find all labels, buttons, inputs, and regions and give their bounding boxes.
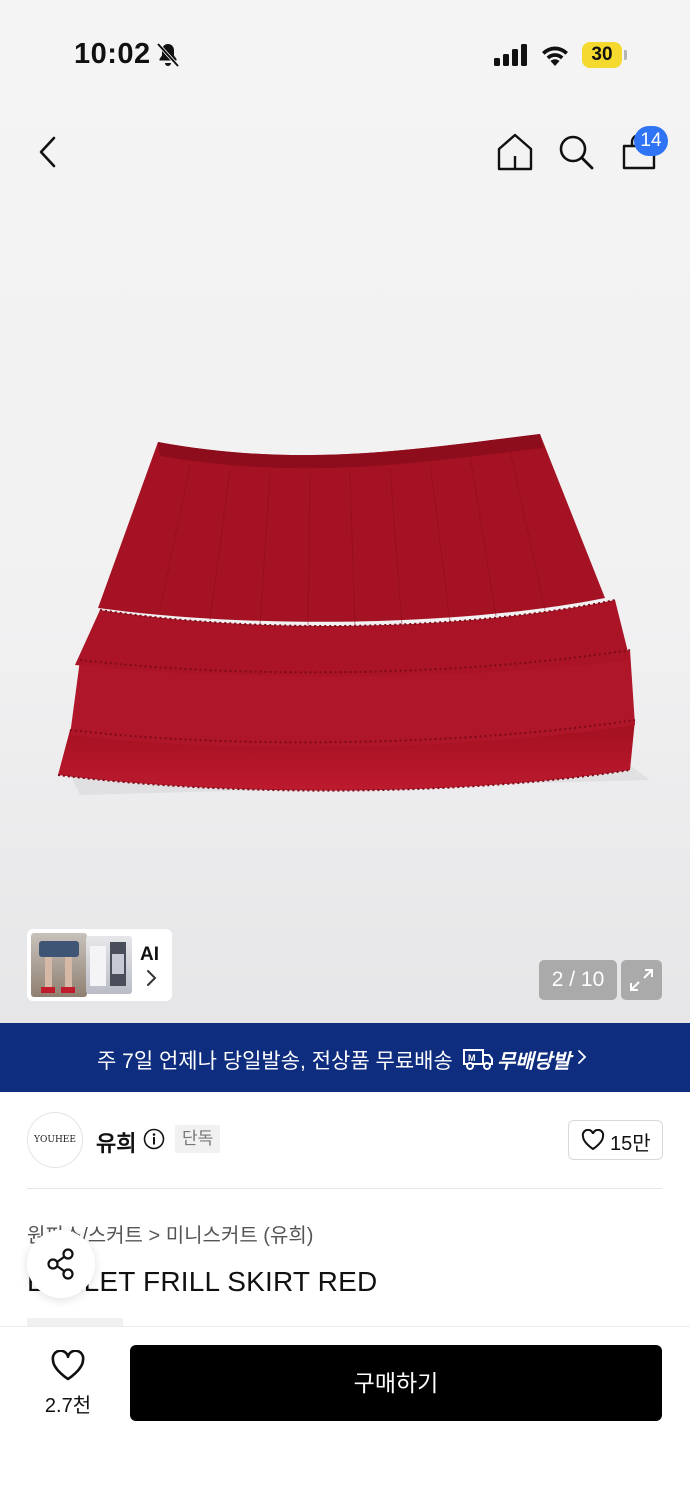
- bell-off-icon: [156, 42, 180, 68]
- signal-icon: [494, 44, 527, 66]
- back-icon[interactable]: [32, 132, 64, 172]
- brand-name[interactable]: 유희: [96, 1126, 136, 1158]
- wifi-icon: [542, 46, 568, 66]
- expand-icon: [630, 969, 653, 991]
- brand-logo[interactable]: YOUHEE: [27, 1112, 83, 1168]
- divider: [27, 1188, 662, 1189]
- status-time: 10:02: [74, 38, 151, 70]
- chevron-right-icon: [147, 970, 157, 986]
- heart-icon[interactable]: [50, 1350, 86, 1382]
- expand-button[interactable]: [621, 960, 662, 1000]
- thumbnail-image[interactable]: [31, 933, 87, 997]
- share-icon: [47, 1248, 74, 1280]
- banner-text: 주 7일 언제나 당일발송, 전상품 무료배송: [97, 1050, 453, 1073]
- product-like-count: 2.7천: [44, 1395, 92, 1417]
- battery-cap: [624, 50, 627, 60]
- info-icon[interactable]: [143, 1128, 165, 1150]
- ai-label: AI: [140, 944, 159, 965]
- svg-text:M: M: [468, 1053, 476, 1063]
- thumbnail-image[interactable]: [86, 936, 132, 994]
- cart-count-badge: 14: [634, 126, 668, 156]
- product-photo[interactable]: [40, 420, 660, 860]
- exclusive-badge: 단독: [175, 1125, 221, 1153]
- search-icon[interactable]: [557, 132, 595, 172]
- heart-icon: [581, 1129, 605, 1151]
- buy-button[interactable]: 구매하기: [130, 1345, 662, 1421]
- free-delivery-badge: 무배당발: [497, 1051, 571, 1073]
- image-counter: 2 / 10: [539, 960, 617, 1000]
- brand-like-count: 15만: [610, 1133, 651, 1155]
- home-icon[interactable]: [496, 132, 534, 172]
- chevron-right-icon: [578, 1050, 587, 1064]
- truck-icon: M: [463, 1049, 493, 1070]
- battery-indicator: 30: [582, 42, 622, 68]
